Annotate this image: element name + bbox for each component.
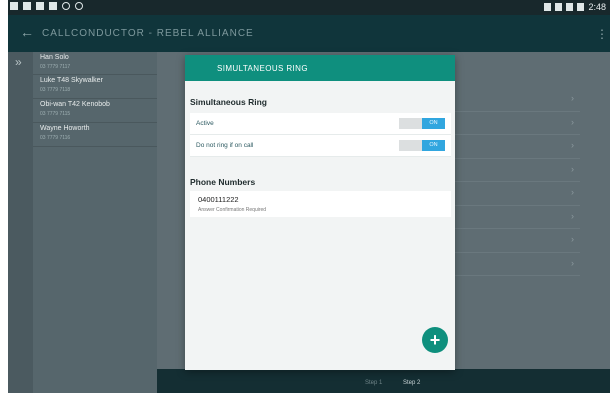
contacts-list: Han Solo 03 7779 7117 Luke T48 Skywalker… bbox=[33, 52, 157, 393]
phone-numbers-title: Phone Numbers bbox=[190, 177, 256, 187]
step-bar: Step 1 Step 2 bbox=[157, 369, 610, 393]
list-item[interactable]: › bbox=[455, 112, 580, 135]
background-list: › › › › › › › › bbox=[455, 88, 580, 276]
contact-name: Wayne Howorth bbox=[40, 125, 90, 132]
image-icon bbox=[36, 2, 44, 10]
list-item[interactable]: Luke T48 Skywalker 03 7779 7118 bbox=[33, 75, 157, 99]
status-time: 2:48 bbox=[588, 2, 606, 12]
toggle-on-label: ON bbox=[422, 140, 445, 151]
contact-name: Han Solo bbox=[40, 54, 69, 61]
more-icon[interactable]: ⋮ bbox=[596, 27, 608, 41]
add-button[interactable]: + bbox=[422, 327, 448, 353]
setting-do-not-ring[interactable]: Do not ring if on call ON bbox=[190, 135, 451, 157]
list-item[interactable]: › bbox=[455, 229, 580, 253]
contact-number: 03 7779 7116 bbox=[40, 135, 71, 141]
chevron-right-icon: › bbox=[571, 140, 574, 150]
chevron-right-icon: › bbox=[571, 116, 574, 127]
wifi-icon bbox=[555, 3, 563, 11]
signal-icon bbox=[566, 3, 574, 11]
toggle-on-label: ON bbox=[422, 118, 445, 129]
battery-icon bbox=[577, 3, 585, 11]
simultaneous-ring-dialog: SIMULTANEOUS RING Simultaneous Ring Acti… bbox=[185, 55, 455, 370]
notification-icon bbox=[23, 2, 31, 10]
list-item[interactable]: › bbox=[455, 88, 580, 112]
list-item[interactable]: › bbox=[455, 182, 580, 206]
usb-icon bbox=[10, 2, 18, 10]
list-item[interactable]: › bbox=[455, 253, 580, 276]
step-2[interactable]: Step 2 bbox=[403, 380, 420, 386]
app-title: CALLCONDUCTOR - REBEL ALLIANCE bbox=[42, 28, 254, 39]
contact-number: 03 7779 7118 bbox=[40, 87, 71, 93]
chevron-right-icon: › bbox=[571, 93, 574, 103]
section-title: Simultaneous Ring bbox=[190, 97, 267, 107]
setting-active[interactable]: Active ON bbox=[190, 113, 451, 135]
arrow-left-icon[interactable]: ← bbox=[20, 24, 34, 40]
list-item[interactable]: › bbox=[455, 135, 580, 159]
chevron-right-icon: › bbox=[571, 163, 574, 174]
step-1[interactable]: Step 1 bbox=[365, 380, 382, 386]
app-window: 2:48 ← CALLCONDUCTOR - REBEL ALLIANCE ⋮ … bbox=[8, 0, 610, 393]
double-chevron-right-icon[interactable]: » bbox=[15, 55, 22, 69]
chevron-right-icon: › bbox=[571, 210, 574, 221]
list-item[interactable]: Obi-wan T42 Kenobob 03 7779 7115 bbox=[33, 99, 157, 123]
bluetooth-icon bbox=[544, 3, 552, 11]
plus-icon: + bbox=[429, 330, 441, 350]
list-item[interactable]: › bbox=[455, 159, 580, 182]
mail-icon bbox=[49, 2, 57, 10]
contact-name: Luke T48 Skywalker bbox=[40, 77, 103, 84]
setting-label: Active bbox=[196, 120, 214, 127]
contact-number: 03 7779 7115 bbox=[40, 111, 71, 117]
list-item[interactable]: › bbox=[455, 206, 580, 229]
active-toggle[interactable]: ON bbox=[399, 118, 445, 129]
setting-label: Do not ring if on call bbox=[196, 142, 254, 149]
chevron-right-icon: › bbox=[571, 257, 574, 268]
phone-number: 0400111222 bbox=[198, 195, 239, 204]
status-icons-right: 2:48 bbox=[544, 2, 606, 12]
contact-name: Obi-wan T42 Kenobob bbox=[40, 101, 110, 108]
app-bar: ← CALLCONDUCTOR - REBEL ALLIANCE ⋮ bbox=[8, 15, 610, 52]
do-not-ring-toggle[interactable]: ON bbox=[399, 140, 445, 151]
left-rail: » bbox=[8, 52, 33, 393]
shield-icon bbox=[75, 2, 83, 10]
status-bar: 2:48 bbox=[8, 0, 610, 15]
phone-note: Answer Confirmation Required bbox=[198, 207, 267, 213]
dialog-header: SIMULTANEOUS RING bbox=[185, 55, 455, 81]
list-item[interactable]: Han Solo 03 7779 7117 bbox=[33, 52, 157, 75]
status-icons-left bbox=[10, 2, 83, 10]
dialog-title: SIMULTANEOUS RING bbox=[217, 64, 308, 73]
phone-number-item[interactable]: 0400111222 Answer Confirmation Required bbox=[190, 191, 451, 217]
sync-icon bbox=[62, 2, 70, 10]
contact-number: 03 7779 7117 bbox=[40, 64, 71, 70]
chevron-right-icon: › bbox=[571, 234, 574, 244]
chevron-right-icon: › bbox=[571, 187, 574, 197]
list-item[interactable]: Wayne Howorth 03 7779 7116 bbox=[33, 123, 157, 147]
dialog-body: Simultaneous Ring Active ON Do not ring … bbox=[185, 81, 455, 370]
